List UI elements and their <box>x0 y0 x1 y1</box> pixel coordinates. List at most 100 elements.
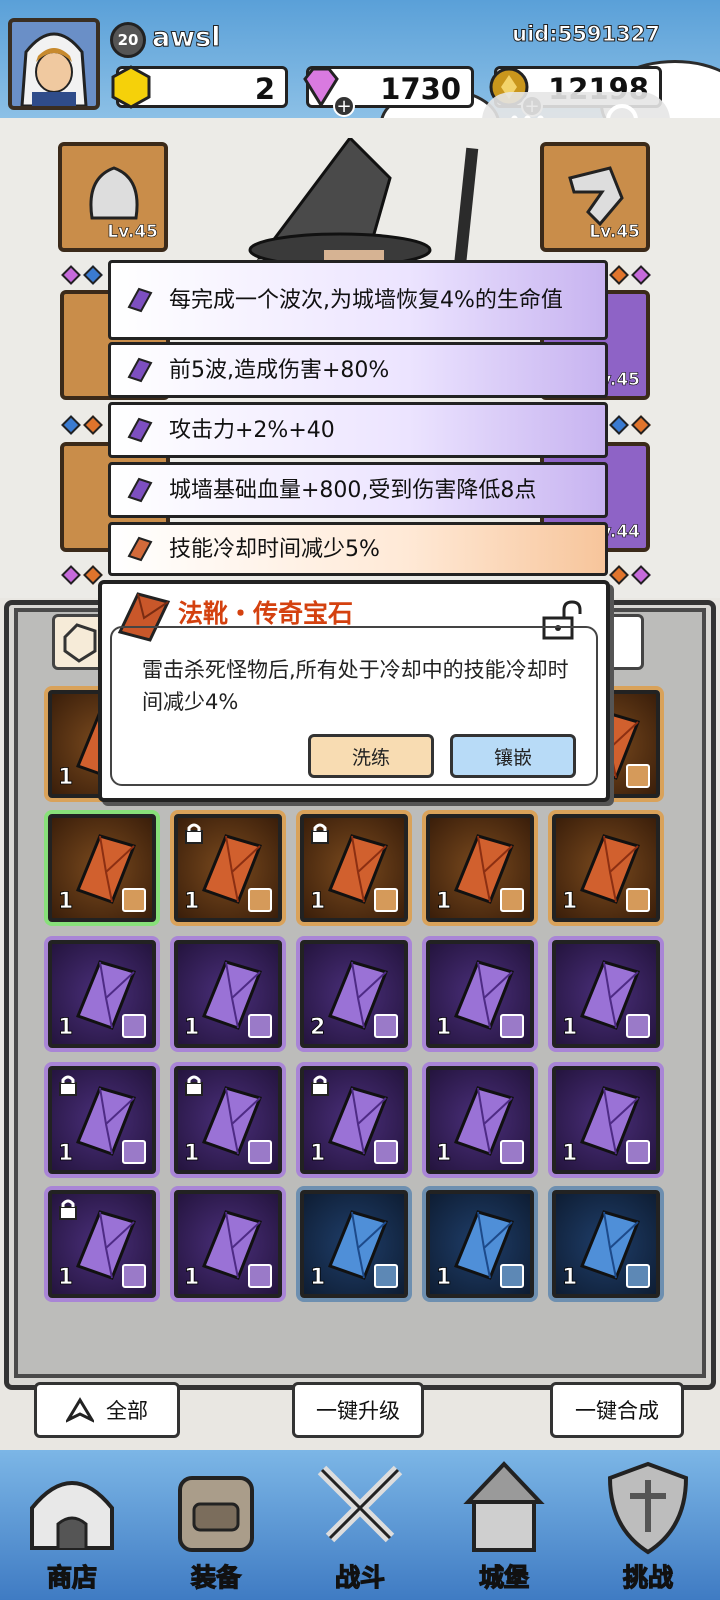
gem-cell[interactable]: 1 <box>552 814 660 922</box>
gem-cell[interactable]: 1 <box>174 814 282 922</box>
purple-gem-icon <box>127 357 153 383</box>
gem-cell[interactable]: 1 <box>426 814 534 922</box>
gem-cell[interactable]: 1 <box>174 1190 282 1298</box>
gem-count: 1 <box>184 889 200 915</box>
gem-count: 1 <box>58 1015 74 1041</box>
popup-title: 法靴・传奇宝石 <box>178 599 354 628</box>
player-avatar[interactable] <box>8 18 100 110</box>
diamond-counter[interactable]: + 1730 <box>303 66 474 117</box>
orange-gem-icon <box>127 536 153 562</box>
gem-type-icon <box>626 1264 650 1288</box>
gem-cell[interactable]: 1 <box>48 814 156 922</box>
gem-cell[interactable]: 1 <box>300 1190 408 1298</box>
nav-castle[interactable]: 城堡 <box>432 1450 576 1600</box>
gem-cell[interactable]: 1 <box>174 940 282 1048</box>
gem-count: 1 <box>436 1015 452 1041</box>
gem-count: 1 <box>310 889 326 915</box>
gem-type-icon <box>122 888 146 912</box>
reroll-button[interactable]: 洗练 <box>308 734 434 778</box>
gem-count: 1 <box>562 1015 578 1041</box>
upgrade-all-button[interactable]: 一键升级 <box>292 1382 424 1438</box>
gem-cell[interactable]: 1 <box>426 1066 534 1174</box>
gem-count: 1 <box>184 1141 200 1167</box>
gem-count: 1 <box>58 1141 74 1167</box>
purple-gem-icon <box>127 417 153 443</box>
gem-cell[interactable]: 1 <box>48 1190 156 1298</box>
diamond-value: 1730 <box>380 72 461 106</box>
backpack-icon <box>178 1476 254 1552</box>
shield-icon <box>607 1461 689 1555</box>
inlay-button[interactable]: 镶嵌 <box>450 734 576 778</box>
gem-cell[interactable]: 1 <box>174 1066 282 1174</box>
bracer-icon <box>568 166 624 227</box>
lock-icon <box>310 822 330 844</box>
gem-cell[interactable]: 1 <box>552 940 660 1048</box>
gold-gem-value: 2 <box>254 72 275 106</box>
gem-cell[interactable]: 1 <box>426 1190 534 1298</box>
gem-type-icon <box>248 1014 272 1038</box>
gem-type-icon <box>122 1264 146 1288</box>
lock-icon <box>310 1074 330 1096</box>
player-name: awsl <box>152 22 221 54</box>
gem-count: 1 <box>58 889 74 915</box>
gem-count: 1 <box>562 1265 578 1291</box>
gem-count: 1 <box>562 1141 578 1167</box>
gem-count: 1 <box>562 889 578 915</box>
gem-cell[interactable]: 1 <box>48 1066 156 1174</box>
equip-slot-helmet[interactable]: Lv.45 <box>58 142 168 252</box>
gem-type-icon <box>626 1014 650 1038</box>
gem-count: 1 <box>184 1015 200 1041</box>
gem-count: 1 <box>58 765 74 791</box>
gem-type-icon <box>626 888 650 912</box>
add-diamond-button[interactable]: + <box>333 95 355 117</box>
affix-item: 每完成一个波次,为城墙恢复4%的生命值 <box>108 260 608 340</box>
slot-level: Lv.45 <box>589 222 640 243</box>
gem-count: 1 <box>184 1265 200 1291</box>
gem-type-icon <box>626 764 650 788</box>
filter-all-button[interactable]: 全部 <box>34 1382 180 1438</box>
affix-text: 前5波,造成伤害+80% <box>169 357 390 383</box>
gem-type-icon <box>500 888 524 912</box>
gem-type-icon <box>122 1140 146 1164</box>
equip-slot-arm[interactable]: Lv.45 <box>540 142 650 252</box>
gem-cell[interactable]: 2 <box>300 940 408 1048</box>
nav-label: 战斗 <box>334 1562 385 1592</box>
gem-cell[interactable]: 1 <box>426 940 534 1048</box>
gem-cell[interactable]: 1 <box>300 814 408 922</box>
gem-type-icon <box>500 1264 524 1288</box>
popup-description: 雷击杀死怪物后,所有处于冷却中的技能冷却时间减少4% <box>142 658 569 714</box>
gem-cell[interactable]: 1 <box>552 1190 660 1298</box>
gem-count: 1 <box>310 1141 326 1167</box>
gem-type-icon <box>374 1264 398 1288</box>
gem-type-icon <box>374 1140 398 1164</box>
purple-gem-icon <box>127 477 153 503</box>
gem-count: 1 <box>310 1265 326 1291</box>
nav-challenge[interactable]: 挑战 <box>576 1450 720 1600</box>
gem-type-icon <box>374 888 398 912</box>
affix-item: 城墙基础血量+800,受到伤害降低8点 <box>108 462 608 518</box>
nav-equipment[interactable]: 装备 <box>144 1450 288 1600</box>
player-level-badge: 20 <box>110 22 146 58</box>
nav-label: 装备 <box>190 1562 241 1592</box>
helmet-icon <box>89 166 139 220</box>
gem-type-icon <box>248 1264 272 1288</box>
player-uid: uid:5591327 <box>512 22 661 47</box>
gold-gem-counter[interactable]: 2 <box>111 65 288 109</box>
castle-icon <box>463 1461 545 1552</box>
affix-item: 前5波,造成伤害+80% <box>108 342 608 398</box>
gem-count: 2 <box>310 1015 326 1041</box>
gem-cell[interactable]: 1 <box>300 1066 408 1174</box>
affix-item: 攻击力+2%+40 <box>108 402 608 458</box>
gem-type-icon <box>374 1014 398 1038</box>
lock-icon <box>58 1198 78 1220</box>
affix-text: 技能冷却时间减少5% <box>169 536 380 562</box>
merge-all-button[interactable]: 一键合成 <box>550 1382 684 1438</box>
gem-cell[interactable]: 1 <box>552 1066 660 1174</box>
lock-icon <box>184 1074 204 1096</box>
nav-battle[interactable]: 战斗 <box>288 1450 432 1600</box>
gem-count: 1 <box>436 1265 452 1291</box>
nav-shop[interactable]: 商店 <box>0 1450 144 1600</box>
gem-cell[interactable]: 1 <box>48 940 156 1048</box>
hero-portrait-icon <box>20 32 88 106</box>
purple-gem-icon <box>127 287 153 313</box>
